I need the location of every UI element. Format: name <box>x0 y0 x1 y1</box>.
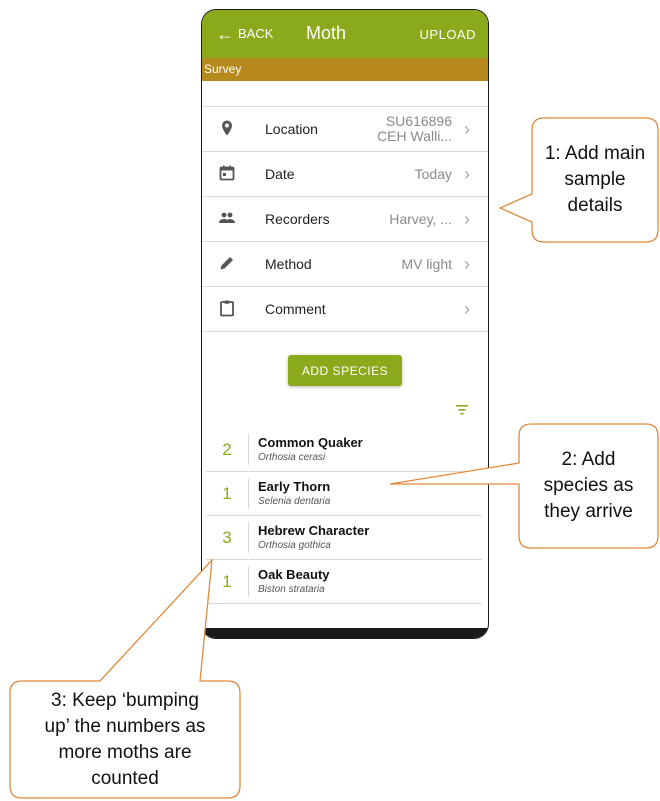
comment-row[interactable]: Comment › <box>202 287 488 332</box>
method-value: MV light <box>401 255 452 272</box>
species-list: 2 Common Quaker Orthosia cerasi 1 Early … <box>206 428 482 604</box>
date-row[interactable]: Date Today › <box>202 152 488 197</box>
species-row[interactable]: 2 Common Quaker Orthosia cerasi <box>206 428 482 472</box>
chevron-right-icon: › <box>464 163 470 184</box>
species-name: Hebrew Character <box>258 523 370 538</box>
species-count[interactable]: 1 <box>206 472 248 515</box>
upload-button[interactable]: UPLOAD <box>420 27 476 42</box>
species-row[interactable]: 1 Oak Beauty Biston strataria <box>206 560 482 604</box>
back-label: BACK <box>238 26 274 41</box>
add-species-button[interactable]: ADD SPECIES <box>288 355 402 386</box>
callout-1-text: 1: Add main sample details <box>544 143 646 216</box>
location-label: Location <box>265 121 318 137</box>
comment-label: Comment <box>265 301 326 317</box>
method-row[interactable]: Method MV light › <box>202 242 488 287</box>
species-latin-name: Biston strataria <box>258 584 325 595</box>
divider <box>248 478 249 509</box>
chevron-right-icon: › <box>464 208 470 229</box>
species-latin-name: Selenia dentaria <box>258 496 331 507</box>
back-button[interactable]: ← BACK <box>216 23 274 44</box>
species-row[interactable]: 3 Hebrew Character Orthosia gothica <box>206 516 482 560</box>
clipboard-icon <box>220 300 234 317</box>
divider <box>248 434 249 465</box>
divider <box>248 566 249 597</box>
recorders-row[interactable]: Recorders Harvey, ... › <box>202 197 488 242</box>
recorders-label: Recorders <box>265 211 330 227</box>
species-latin-name: Orthosia gothica <box>258 540 331 551</box>
chevron-right-icon: › <box>464 253 470 274</box>
page-title: Moth <box>306 23 347 43</box>
date-value: Today <box>414 165 452 182</box>
survey-bar: Survey <box>202 58 488 81</box>
species-count[interactable]: 2 <box>206 428 248 471</box>
location-value: SU616896 CEH Walli... <box>377 113 452 144</box>
phone-screen: ← BACK Moth UPLOAD Survey Location SU616… <box>202 10 488 638</box>
location-row[interactable]: Location SU616896 CEH Walli... › <box>202 106 488 152</box>
species-latin-name: Orthosia cerasi <box>258 452 326 463</box>
phone-bezel <box>202 628 488 638</box>
callout-3-text: 3: Keep ‘bumping up’ the numbers as more m… <box>44 690 206 789</box>
species-count[interactable]: 3 <box>206 516 248 559</box>
species-row[interactable]: 1 Early Thorn Selenia dentaria <box>206 472 482 516</box>
calendar-icon <box>219 165 235 181</box>
pencil-icon <box>220 257 233 270</box>
location-pin-icon <box>222 120 232 136</box>
people-icon <box>219 212 235 223</box>
app-bar: ← BACK Moth UPLOAD <box>202 10 488 58</box>
species-name: Early Thorn <box>258 479 331 494</box>
callout-2-text: 2: Add species as they arrive <box>543 449 634 522</box>
species-name: Common Quaker <box>258 435 363 450</box>
chevron-right-icon: › <box>464 118 470 139</box>
species-count[interactable]: 1 <box>206 560 248 603</box>
filter-icon[interactable] <box>456 405 468 415</box>
recorders-value: Harvey, ... <box>389 210 452 227</box>
species-name: Oak Beauty <box>258 567 330 582</box>
details-list: Location SU616896 CEH Walli... › Date Tod… <box>202 106 488 332</box>
date-label: Date <box>265 166 295 182</box>
back-arrow-icon: ← <box>216 23 234 44</box>
method-label: Method <box>265 256 312 272</box>
chevron-right-icon: › <box>464 298 470 319</box>
divider <box>248 522 249 553</box>
